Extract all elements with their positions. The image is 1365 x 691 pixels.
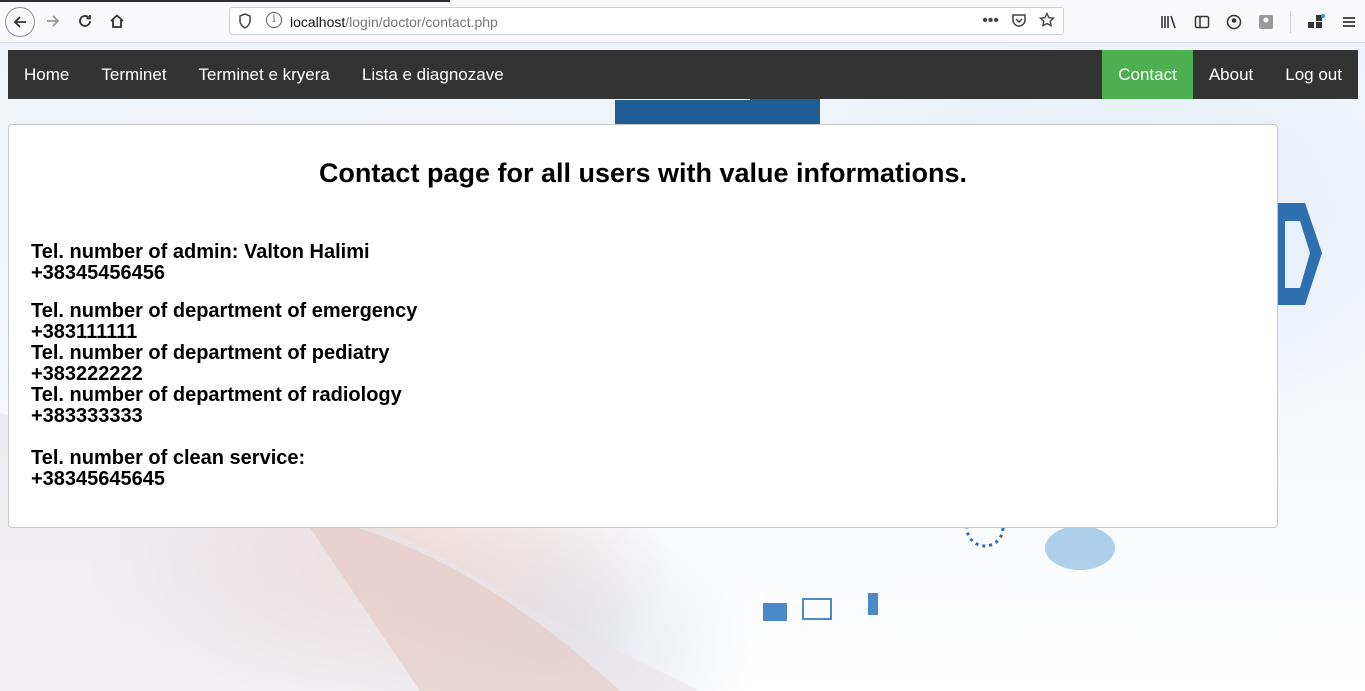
emergency-label: Tel. number of department of emergency bbox=[31, 300, 418, 322]
reload-button[interactable] bbox=[71, 7, 99, 35]
browser-toolbar: i localhost/login/doctor/contact.php ••• bbox=[0, 0, 1365, 43]
nav-link-logout[interactable]: Log out bbox=[1269, 50, 1358, 99]
nav-link-terminet-e-kryera[interactable]: Terminet e kryera bbox=[183, 50, 346, 99]
active-tab-indicator bbox=[0, 0, 450, 2]
home-icon bbox=[110, 14, 124, 28]
radiology-phone: +383333333 bbox=[31, 405, 143, 427]
emergency-phone: +383111111 bbox=[31, 321, 138, 343]
nav-link-about[interactable]: About bbox=[1193, 50, 1269, 99]
shield-icon[interactable] bbox=[238, 13, 252, 29]
extension-icon[interactable] bbox=[1258, 14, 1274, 30]
back-button[interactable] bbox=[5, 7, 35, 37]
radiology-label: Tel. number of department of radiology bbox=[31, 384, 402, 406]
reload-icon bbox=[79, 15, 91, 27]
admin-phone: +38345456456 bbox=[31, 262, 166, 284]
extensions-puzzle-icon[interactable] bbox=[1307, 14, 1325, 30]
forward-button[interactable] bbox=[39, 7, 67, 35]
home-button[interactable] bbox=[103, 7, 131, 35]
sidebar-icon[interactable] bbox=[1194, 14, 1210, 30]
url-path: /login/doctor/contact.php bbox=[345, 14, 498, 30]
pediatry-phone: +383222222 bbox=[31, 363, 143, 385]
toolbar-separator bbox=[1290, 11, 1291, 33]
pediatry-label: Tel. number of department of pediatry bbox=[31, 342, 390, 364]
account-icon[interactable] bbox=[1226, 14, 1242, 30]
arrow-left-icon bbox=[13, 16, 26, 28]
page-title: Contact page for all users with value in… bbox=[318, 158, 968, 188]
url-text[interactable]: localhost/login/doctor/contact.php bbox=[290, 14, 498, 30]
nav-link-contact[interactable]: Contact bbox=[1102, 50, 1193, 99]
menu-icon[interactable] bbox=[1341, 14, 1357, 30]
nav-link-terminet[interactable]: Terminet bbox=[85, 50, 182, 99]
info-icon[interactable]: i bbox=[266, 12, 282, 28]
arrow-right-icon bbox=[47, 15, 60, 27]
more-actions-icon[interactable]: ••• bbox=[982, 12, 999, 30]
url-host: localhost bbox=[290, 14, 346, 30]
clean-service-phone: +38345645645 bbox=[31, 468, 166, 490]
nav-link-lista-e-diagnozave[interactable]: Lista e diagnozave bbox=[346, 50, 520, 99]
admin-label: Tel. number of admin: Valton Halimi bbox=[31, 241, 370, 263]
bookmark-star-icon[interactable] bbox=[1039, 12, 1055, 28]
contact-card: Contact page for all users with value in… bbox=[8, 124, 1278, 528]
main-navbar: Home Terminet Terminet e kryera Lista e … bbox=[8, 50, 1358, 99]
library-icon[interactable] bbox=[1160, 14, 1178, 30]
nav-link-home[interactable]: Home bbox=[8, 50, 85, 99]
clean-service-label: Tel. number of clean service: bbox=[31, 447, 306, 469]
address-bar[interactable]: i localhost/login/doctor/contact.php ••• bbox=[229, 7, 1064, 35]
pocket-icon[interactable] bbox=[1011, 12, 1027, 28]
